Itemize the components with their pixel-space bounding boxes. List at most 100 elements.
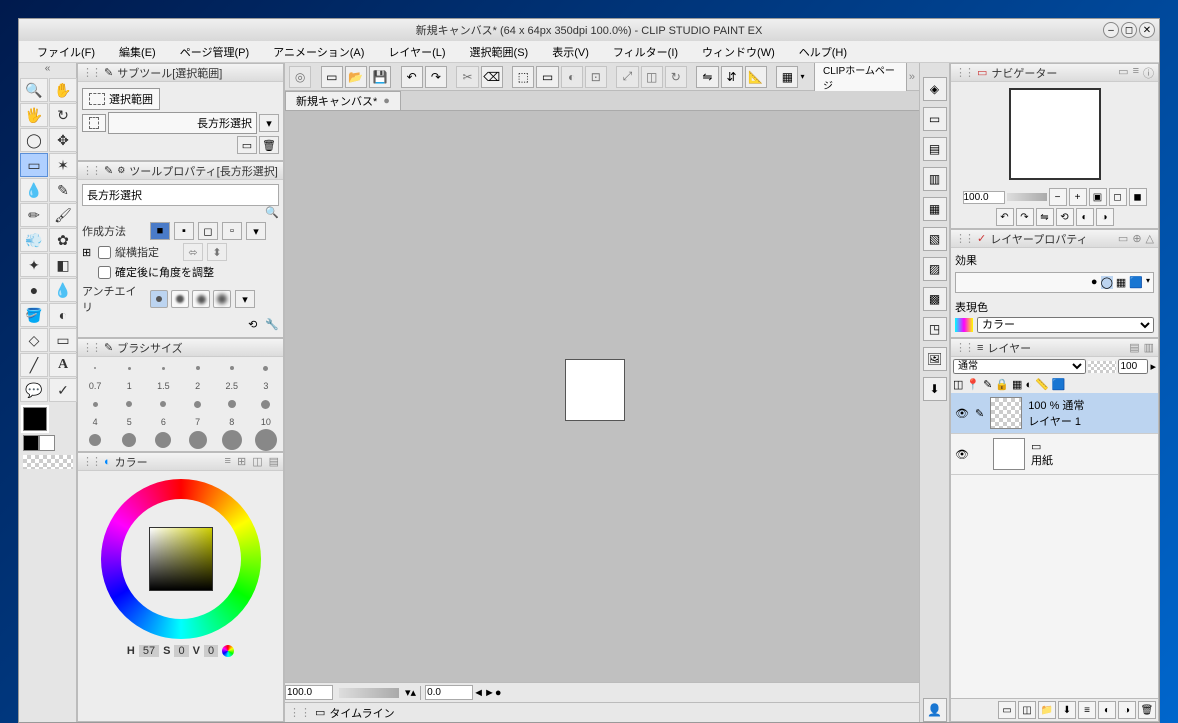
flipv-icon[interactable]: ⇵	[721, 66, 743, 88]
menu-animation[interactable]: アニメーション(A)	[263, 42, 374, 62]
subtool-dropdown[interactable]: ▾	[259, 114, 279, 132]
dock-quickaccess-icon[interactable]: ◈	[923, 77, 947, 101]
rot-reset-icon[interactable]: ●	[495, 687, 502, 699]
color-tab2-icon[interactable]: ⊞	[237, 455, 246, 468]
effect-color-icon[interactable]: 🟦	[1129, 276, 1143, 289]
colormode-select[interactable]: カラー	[977, 317, 1154, 333]
opacity-input[interactable]	[1118, 359, 1148, 374]
lock-icon[interactable]: 🔒	[995, 378, 1009, 391]
lasso-tool[interactable]: ◯	[20, 128, 48, 152]
nav-zoomin-icon[interactable]: +	[1069, 188, 1087, 206]
dock-material5-icon[interactable]: ▨	[923, 257, 947, 281]
apply-mask-icon[interactable]: ◑	[1118, 701, 1136, 719]
eraser-tool[interactable]: ◧	[49, 253, 77, 277]
dock-user-icon[interactable]: 👤	[923, 698, 947, 722]
marquee-tool[interactable]: ▭	[20, 153, 48, 177]
dock-material3-icon[interactable]: ▦	[923, 197, 947, 221]
method-new[interactable]: ■	[150, 222, 170, 240]
method-dropdown[interactable]: ▾	[246, 222, 266, 240]
dock-download-icon[interactable]: ⬇	[923, 377, 947, 401]
layer-row-1[interactable]: 👁 ✎ 100 % 通常レイヤー 1	[951, 393, 1158, 434]
nav-rotcw-icon[interactable]: ↷	[1016, 208, 1034, 226]
nav-fill-icon[interactable]: ◼	[1129, 188, 1147, 206]
deselect-icon[interactable]: ▭	[536, 66, 558, 88]
nav-tab-icon[interactable]: ▭	[1118, 65, 1128, 81]
aa-options[interactable]	[150, 290, 231, 308]
menu-window[interactable]: ウィンドウ(W)	[692, 42, 785, 62]
visible-icon[interactable]: 👁	[955, 407, 969, 420]
rotate-icon[interactable]: ↻	[665, 66, 687, 88]
brush-tool[interactable]: 🖌	[49, 203, 77, 227]
clear-icon[interactable]: ⌫	[481, 66, 503, 88]
selectall-icon[interactable]: ⬚	[512, 66, 534, 88]
search-icon[interactable]: 🔍	[265, 207, 279, 219]
nav-zoom-input[interactable]	[963, 191, 1005, 204]
draft-icon[interactable]: ✎	[983, 378, 992, 391]
nav-rotccw-icon[interactable]: ↶	[996, 208, 1014, 226]
gradient-tool[interactable]: ◐	[49, 303, 77, 327]
cut-icon[interactable]: ✂	[456, 66, 478, 88]
layercolor-icon[interactable]: 🟦	[1052, 378, 1066, 391]
maximize-button[interactable]: ◻	[1121, 22, 1137, 38]
lp-tab3-icon[interactable]: △	[1146, 232, 1154, 245]
method-sub[interactable]: ◻	[198, 222, 218, 240]
color-wheel[interactable]	[101, 479, 261, 639]
mask-icon[interactable]: ◐	[1025, 379, 1032, 391]
close-button[interactable]: ✕	[1139, 22, 1155, 38]
reset-icon[interactable]: ⟲	[248, 318, 257, 331]
ruler-icon[interactable]: 📐	[745, 66, 767, 88]
menu-help[interactable]: ヘルプ(H)	[789, 42, 857, 62]
blend-mode-select[interactable]: 通常	[953, 359, 1086, 374]
menu-edit[interactable]: 編集(E)	[109, 42, 166, 62]
transform-icon[interactable]: ◫	[641, 66, 663, 88]
layer-tab1-icon[interactable]: ▤	[1129, 341, 1139, 354]
color-tab3-icon[interactable]: ◫	[252, 455, 262, 468]
text-tool[interactable]: A	[49, 353, 77, 377]
magnify-tool[interactable]: 🔍	[20, 78, 48, 102]
menu-page[interactable]: ページ管理(P)	[170, 42, 259, 62]
effect-tone-icon[interactable]: ◯	[1101, 276, 1113, 289]
nav-fit-icon[interactable]: ▣	[1089, 188, 1107, 206]
canvas-area[interactable]	[285, 111, 919, 682]
menu-filter[interactable]: フィルター(I)	[603, 42, 688, 62]
layer-tab2-icon[interactable]: ▥	[1144, 341, 1154, 354]
scale-icon[interactable]: ⤢	[616, 66, 638, 88]
delete-layer-icon[interactable]: 🗑	[1138, 701, 1156, 719]
menu-layer[interactable]: レイヤー(L)	[378, 42, 455, 62]
effect-screen-icon[interactable]: ▦	[1116, 276, 1126, 289]
method-add[interactable]: ▪	[174, 222, 194, 240]
airbrush-tool[interactable]: 💨	[20, 228, 48, 252]
fill-tool[interactable]: 🪣	[20, 303, 48, 327]
foreground-color[interactable]	[23, 407, 47, 431]
aa-dropdown[interactable]: ▾	[235, 290, 255, 308]
frame-tool[interactable]: ▭	[49, 328, 77, 352]
decoration-tool[interactable]: ✿	[49, 228, 77, 252]
lp-tab1-icon[interactable]: ▭	[1118, 232, 1128, 245]
colorwheel-icon[interactable]	[222, 645, 234, 657]
redo-icon[interactable]: ↷	[425, 66, 447, 88]
visible-icon[interactable]: 👁	[955, 448, 969, 461]
dock-material2-icon[interactable]: ▥	[923, 167, 947, 191]
new-subtool-icon[interactable]: ▭	[237, 136, 257, 154]
document-tab[interactable]: 新規キャンバス*●	[285, 91, 401, 110]
blend-tool[interactable]: ●	[20, 278, 48, 302]
nav-extra1-icon[interactable]: ◐	[1076, 208, 1094, 226]
navigator-preview[interactable]	[1009, 88, 1101, 180]
layer-thumb[interactable]	[993, 438, 1025, 470]
nav-info-icon[interactable]: ⓘ	[1143, 65, 1154, 81]
nav-reset-icon[interactable]: ⟲	[1056, 208, 1074, 226]
dock-image-icon[interactable]: 🖼	[923, 347, 947, 371]
clip-homepage-button[interactable]: CLIPホームページ	[814, 63, 907, 95]
balloon-tool[interactable]: 💬	[20, 378, 48, 402]
dock-subview-icon[interactable]: ▭	[923, 107, 947, 131]
dock-material4-icon[interactable]: ▧	[923, 227, 947, 251]
eyedropper-tool[interactable]: 💧	[20, 178, 48, 202]
subtool-item[interactable]: 長方形選択	[108, 112, 257, 134]
rot-cw-icon[interactable]: ►	[484, 687, 495, 699]
timeline-icon[interactable]: ▭	[315, 706, 325, 719]
invert-icon[interactable]: ◐	[561, 66, 583, 88]
lock-trans-icon[interactable]: ▦	[1012, 378, 1022, 391]
afterfix-checkbox[interactable]	[98, 266, 111, 279]
nav-history-icon[interactable]: ≡	[1133, 65, 1139, 81]
shape-tool[interactable]: ◇	[20, 328, 48, 352]
